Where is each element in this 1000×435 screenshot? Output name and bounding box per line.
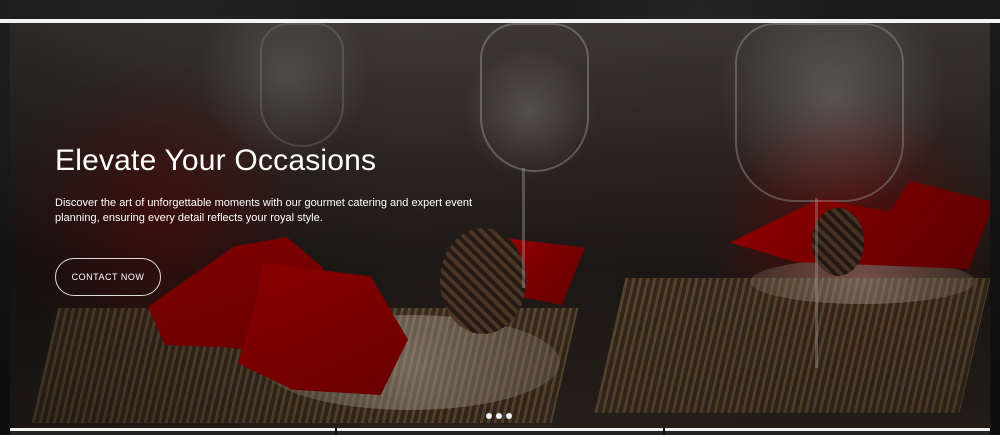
napkin-right xyxy=(730,181,990,269)
plate-right xyxy=(750,259,975,304)
bottom-section-preview xyxy=(10,428,990,435)
preview-card-3 xyxy=(664,428,990,435)
wine-glass-right xyxy=(735,23,904,202)
hero-description: Discover the art of unforgettable moment… xyxy=(55,197,472,224)
preview-card-2 xyxy=(337,428,663,435)
carousel-indicators xyxy=(486,413,512,419)
wine-glass-background xyxy=(260,23,344,147)
carousel-dot-2[interactable] xyxy=(496,413,502,419)
pinecone-right xyxy=(812,208,864,276)
placemat-right xyxy=(594,278,990,413)
placemat-left xyxy=(31,308,579,423)
preview-card-1 xyxy=(10,428,336,435)
hero-content: Elevate Your Occasions Discover the art … xyxy=(55,143,525,296)
carousel-dot-1[interactable] xyxy=(486,413,492,419)
wine-glass-right-stem xyxy=(815,198,818,368)
carousel-dot-3[interactable] xyxy=(506,413,512,419)
hero-title: Elevate Your Occasions xyxy=(55,144,377,177)
hero-banner: Elevate Your Occasions Discover the art … xyxy=(10,23,990,428)
plate-left xyxy=(260,315,560,410)
page: Elevate Your Occasions Discover the art … xyxy=(0,0,1000,435)
contact-now-button[interactable]: CONTACT NOW xyxy=(55,258,161,296)
